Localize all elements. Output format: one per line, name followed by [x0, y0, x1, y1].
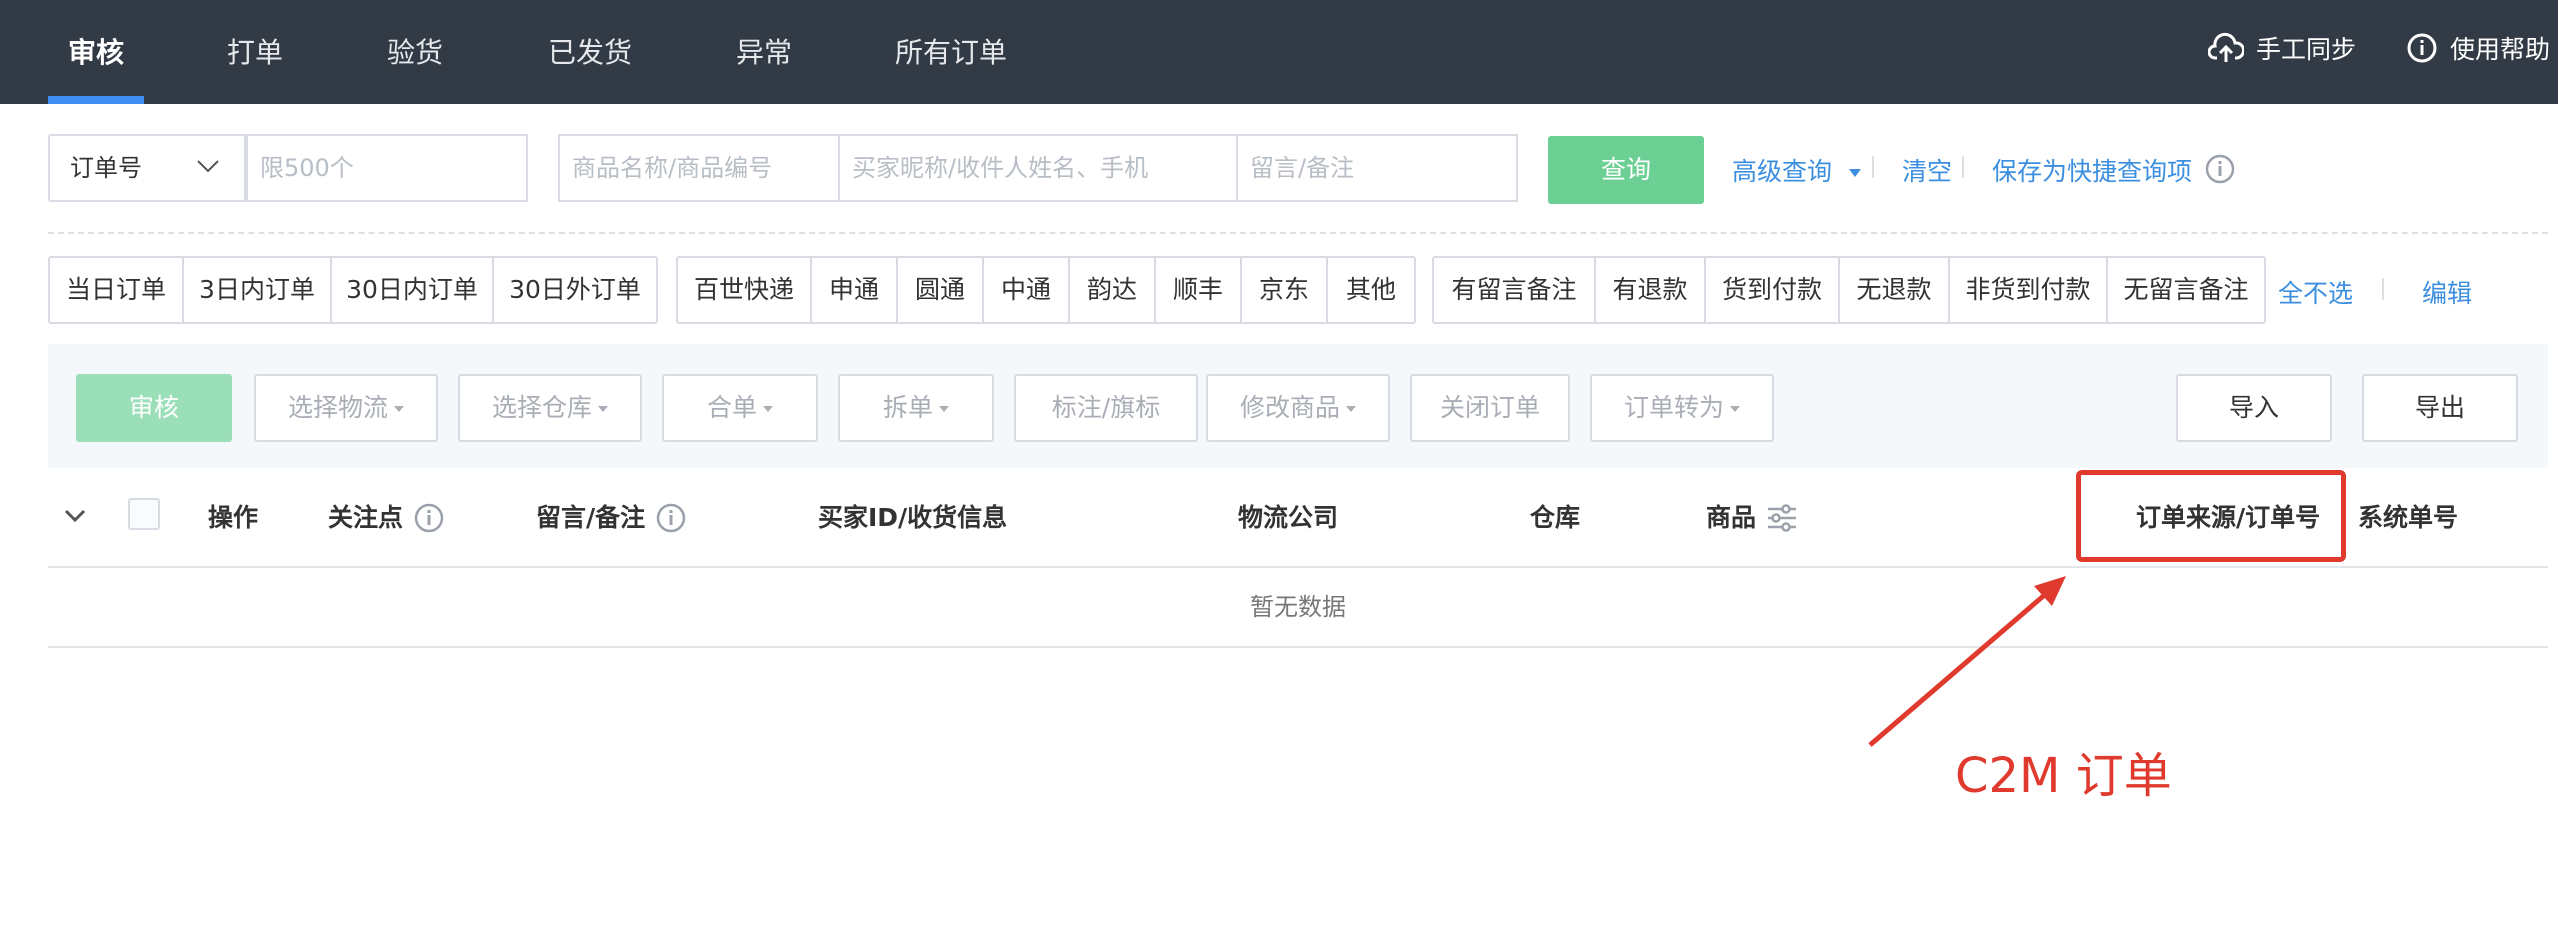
annotation-arrow	[1868, 576, 2066, 747]
annotation-label: C2M 订单	[1955, 748, 2172, 804]
